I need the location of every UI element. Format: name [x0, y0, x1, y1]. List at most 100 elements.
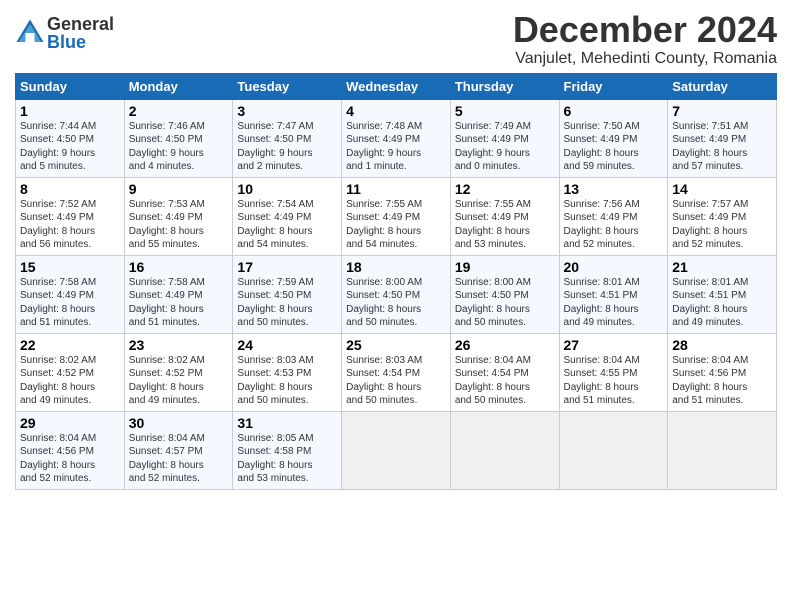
day-detail: Sunrise: 8:02 AMSunset: 4:52 PMDaylight:…	[129, 354, 229, 408]
day-detail: Sunrise: 7:58 AMSunset: 4:49 PMDaylight:…	[20, 276, 120, 330]
day-detail: Sunrise: 7:50 AMSunset: 4:49 PMDaylight:…	[564, 120, 664, 174]
calendar-cell: 12Sunrise: 7:55 AMSunset: 4:49 PMDayligh…	[450, 177, 559, 255]
calendar-cell: 14Sunrise: 7:57 AMSunset: 4:49 PMDayligh…	[668, 177, 777, 255]
day-detail: Sunrise: 8:04 AMSunset: 4:55 PMDaylight:…	[564, 354, 664, 408]
calendar-cell: 20Sunrise: 8:01 AMSunset: 4:51 PMDayligh…	[559, 255, 668, 333]
calendar-cell: 1Sunrise: 7:44 AMSunset: 4:50 PMDaylight…	[16, 99, 125, 177]
day-number: 27	[564, 337, 664, 353]
day-detail: Sunrise: 7:48 AMSunset: 4:49 PMDaylight:…	[346, 120, 446, 174]
calendar-cell: 16Sunrise: 7:58 AMSunset: 4:49 PMDayligh…	[124, 255, 233, 333]
day-number: 16	[129, 259, 229, 275]
day-detail: Sunrise: 7:57 AMSunset: 4:49 PMDaylight:…	[672, 198, 772, 252]
calendar-cell: 22Sunrise: 8:02 AMSunset: 4:52 PMDayligh…	[16, 333, 125, 411]
day-number: 8	[20, 181, 120, 197]
calendar-cell: 28Sunrise: 8:04 AMSunset: 4:56 PMDayligh…	[668, 333, 777, 411]
day-number: 12	[455, 181, 555, 197]
day-number: 26	[455, 337, 555, 353]
day-number: 19	[455, 259, 555, 275]
day-detail: Sunrise: 7:55 AMSunset: 4:49 PMDaylight:…	[455, 198, 555, 252]
calendar-cell	[450, 411, 559, 489]
day-number: 29	[20, 415, 120, 431]
calendar-cell: 11Sunrise: 7:55 AMSunset: 4:49 PMDayligh…	[342, 177, 451, 255]
logo-general: General	[47, 15, 114, 33]
day-detail: Sunrise: 7:54 AMSunset: 4:49 PMDaylight:…	[237, 198, 337, 252]
calendar-cell: 21Sunrise: 8:01 AMSunset: 4:51 PMDayligh…	[668, 255, 777, 333]
day-number: 23	[129, 337, 229, 353]
day-detail: Sunrise: 7:46 AMSunset: 4:50 PMDaylight:…	[129, 120, 229, 174]
day-detail: Sunrise: 8:04 AMSunset: 4:56 PMDaylight:…	[672, 354, 772, 408]
day-number: 6	[564, 103, 664, 119]
day-detail: Sunrise: 7:53 AMSunset: 4:49 PMDaylight:…	[129, 198, 229, 252]
calendar-cell: 18Sunrise: 8:00 AMSunset: 4:50 PMDayligh…	[342, 255, 451, 333]
calendar-week-2: 8Sunrise: 7:52 AMSunset: 4:49 PMDaylight…	[16, 177, 777, 255]
day-number: 22	[20, 337, 120, 353]
day-number: 30	[129, 415, 229, 431]
calendar-cell: 24Sunrise: 8:03 AMSunset: 4:53 PMDayligh…	[233, 333, 342, 411]
day-detail: Sunrise: 8:04 AMSunset: 4:54 PMDaylight:…	[455, 354, 555, 408]
day-detail: Sunrise: 8:01 AMSunset: 4:51 PMDaylight:…	[672, 276, 772, 330]
calendar-cell: 29Sunrise: 8:04 AMSunset: 4:56 PMDayligh…	[16, 411, 125, 489]
calendar-cell: 5Sunrise: 7:49 AMSunset: 4:49 PMDaylight…	[450, 99, 559, 177]
day-detail: Sunrise: 8:03 AMSunset: 4:54 PMDaylight:…	[346, 354, 446, 408]
calendar-week-3: 15Sunrise: 7:58 AMSunset: 4:49 PMDayligh…	[16, 255, 777, 333]
calendar-cell	[559, 411, 668, 489]
calendar-cell: 17Sunrise: 7:59 AMSunset: 4:50 PMDayligh…	[233, 255, 342, 333]
day-number: 18	[346, 259, 446, 275]
calendar-week-4: 22 Sunrise: 8:02 AMSunset: 4:52 PMDayligh…	[16, 333, 777, 411]
col-tuesday: Tuesday	[233, 73, 342, 99]
calendar-cell: 15Sunrise: 7:58 AMSunset: 4:49 PMDayligh…	[16, 255, 125, 333]
day-detail: Sunrise: 7:49 AMSunset: 4:49 PMDaylight:…	[455, 120, 555, 174]
col-wednesday: Wednesday	[342, 73, 451, 99]
calendar-cell: 2Sunrise: 7:46 AMSunset: 4:50 PMDaylight…	[124, 99, 233, 177]
day-number: 28	[672, 337, 772, 353]
day-detail: Sunrise: 7:55 AMSunset: 4:49 PMDaylight:…	[346, 198, 446, 252]
calendar-cell: 7Sunrise: 7:51 AMSunset: 4:49 PMDaylight…	[668, 99, 777, 177]
day-number: 4	[346, 103, 446, 119]
calendar-cell: 19Sunrise: 8:00 AMSunset: 4:50 PMDayligh…	[450, 255, 559, 333]
calendar-week-1: 1Sunrise: 7:44 AMSunset: 4:50 PMDaylight…	[16, 99, 777, 177]
calendar-cell: 3Sunrise: 7:47 AMSunset: 4:50 PMDaylight…	[233, 99, 342, 177]
day-number: 14	[672, 181, 772, 197]
day-number: 15	[20, 259, 120, 275]
day-detail: Sunrise: 8:05 AMSunset: 4:58 PMDaylight:…	[237, 432, 337, 486]
calendar-cell	[668, 411, 777, 489]
col-monday: Monday	[124, 73, 233, 99]
logo-blue: Blue	[47, 33, 114, 51]
calendar-cell: 10Sunrise: 7:54 AMSunset: 4:49 PMDayligh…	[233, 177, 342, 255]
month-title: December 2024	[513, 10, 777, 50]
col-thursday: Thursday	[450, 73, 559, 99]
calendar-cell: 26Sunrise: 8:04 AMSunset: 4:54 PMDayligh…	[450, 333, 559, 411]
calendar-cell: 8Sunrise: 7:52 AMSunset: 4:49 PMDaylight…	[16, 177, 125, 255]
calendar-cell: 27Sunrise: 8:04 AMSunset: 4:55 PMDayligh…	[559, 333, 668, 411]
day-detail: Sunrise: 8:04 AMSunset: 4:56 PMDaylight:…	[20, 432, 120, 486]
day-number: 1	[20, 103, 120, 119]
logo-icon	[15, 18, 45, 48]
calendar-table: Sunday Monday Tuesday Wednesday Thursday…	[15, 73, 777, 490]
location-title: Vanjulet, Mehedinti County, Romania	[513, 50, 777, 68]
calendar-cell: 23Sunrise: 8:02 AMSunset: 4:52 PMDayligh…	[124, 333, 233, 411]
day-number: 5	[455, 103, 555, 119]
calendar-cell: 30Sunrise: 8:04 AMSunset: 4:57 PMDayligh…	[124, 411, 233, 489]
col-sunday: Sunday	[16, 73, 125, 99]
title-block: December 2024 Vanjulet, Mehedinti County…	[513, 10, 777, 68]
calendar-cell: 31Sunrise: 8:05 AMSunset: 4:58 PMDayligh…	[233, 411, 342, 489]
calendar-cell: 13Sunrise: 7:56 AMSunset: 4:49 PMDayligh…	[559, 177, 668, 255]
day-detail: Sunrise: 7:51 AMSunset: 4:49 PMDaylight:…	[672, 120, 772, 174]
day-detail: Sunrise: 8:00 AMSunset: 4:50 PMDaylight:…	[455, 276, 555, 330]
day-number: 3	[237, 103, 337, 119]
day-number: 7	[672, 103, 772, 119]
day-detail: Sunrise: 8:00 AMSunset: 4:50 PMDaylight:…	[346, 276, 446, 330]
day-number: 24	[237, 337, 337, 353]
calendar-cell: 4Sunrise: 7:48 AMSunset: 4:49 PMDaylight…	[342, 99, 451, 177]
day-number: 13	[564, 181, 664, 197]
col-saturday: Saturday	[668, 73, 777, 99]
calendar-cell	[342, 411, 451, 489]
calendar-cell: 6Sunrise: 7:50 AMSunset: 4:49 PMDaylight…	[559, 99, 668, 177]
page-container: General Blue December 2024 Vanjulet, Meh…	[0, 0, 792, 495]
calendar-week-5: 29Sunrise: 8:04 AMSunset: 4:56 PMDayligh…	[16, 411, 777, 489]
day-number: 25	[346, 337, 446, 353]
day-number: 17	[237, 259, 337, 275]
day-detail: Sunrise: 7:47 AMSunset: 4:50 PMDaylight:…	[237, 120, 337, 174]
day-detail: Sunrise: 7:58 AMSunset: 4:49 PMDaylight:…	[129, 276, 229, 330]
day-detail: Sunrise: 8:04 AMSunset: 4:57 PMDaylight:…	[129, 432, 229, 486]
